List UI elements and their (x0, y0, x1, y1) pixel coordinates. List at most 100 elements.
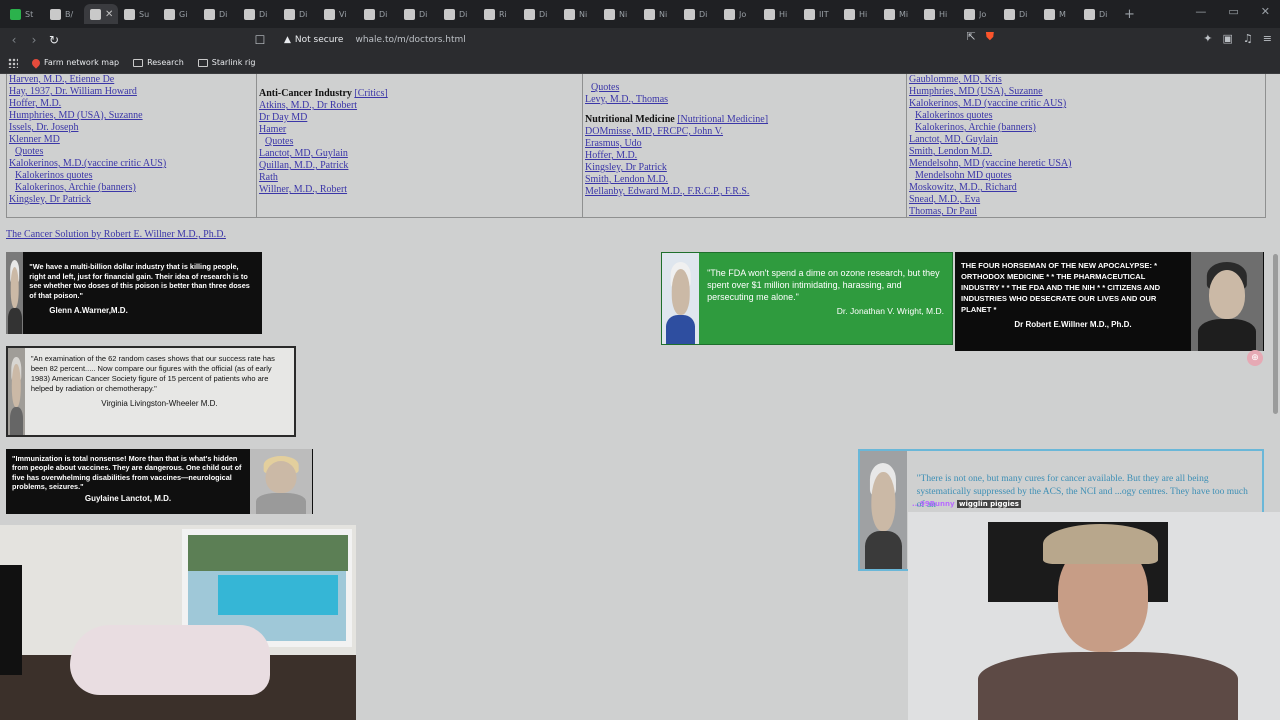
doctor-link[interactable]: Mendelsohn MD quotes (909, 170, 1263, 182)
extensions-icon[interactable]: ✦ (1203, 32, 1212, 45)
browser-tab[interactable]: Mi (878, 4, 918, 24)
bookmark-starlink-rig[interactable]: Starlink rig (197, 58, 255, 67)
browser-tab[interactable]: M (1038, 4, 1078, 24)
brave-shield-icon[interactable]: ⛊ (986, 30, 994, 44)
quote-banner-wheeler[interactable]: "An examination of the 62 random cases s… (6, 346, 296, 437)
doctor-link[interactable]: Smith, Lendon M.D. (909, 146, 1263, 158)
doctor-link[interactable]: Gaublomme, MD, Kris (909, 74, 1263, 86)
doctor-link[interactable]: Moskowitz, M.D., Richard (909, 182, 1263, 194)
browser-tab[interactable]: Jo (958, 4, 998, 24)
browser-tab[interactable]: Di (198, 4, 238, 24)
doctor-link[interactable]: Snead, M.D., Eva (909, 194, 1263, 206)
doctor-link[interactable]: Kalokerinos, Archie (banners) (909, 122, 1263, 134)
browser-tab[interactable]: Hi (918, 4, 958, 24)
quote-banner-willner[interactable]: THE FOUR HORSEMAN OF THE NEW APOCALYPSE:… (955, 252, 1264, 351)
doctor-link[interactable]: Mendelsohn, MD (vaccine heretic USA) (909, 158, 1263, 170)
doctor-link[interactable]: Willner, M.D., Robert (259, 184, 580, 196)
doctor-link[interactable]: DOMmisse, MD, FRCPC, John V. (585, 126, 904, 138)
doctor-link[interactable]: Dr Day MD (259, 112, 580, 124)
browser-tab[interactable]: Ri (478, 4, 518, 24)
address-bar[interactable]: ☐ ▲ Not secure whale.to/m/doctors.html ⇱… (250, 30, 1008, 50)
doctor-link[interactable]: Lanctot, MD, Guylain (259, 148, 580, 160)
doctor-link[interactable]: Kalokerinos, M.D (vaccine critic AUS) (909, 98, 1263, 110)
minimize-button[interactable]: — (1195, 5, 1206, 18)
doctor-link[interactable]: Humphries, MD (USA), Suzanne (909, 86, 1263, 98)
url-text[interactable]: whale.to/m/doctors.html (355, 35, 465, 45)
close-tab-icon[interactable]: ✕ (105, 9, 113, 20)
quote-banner-lanctot[interactable]: "Immunization is total nonsense! More th… (6, 449, 313, 514)
quote-banner-wright[interactable]: "The FDA won't spend a dime on ozone res… (661, 252, 953, 345)
quote-banner-warner[interactable]: "We have a multi-billion dollar industry… (6, 252, 262, 334)
browser-tab[interactable]: Di (278, 4, 318, 24)
browser-tab[interactable]: Di (438, 4, 478, 24)
doctor-link[interactable]: Smith, Lendon M.D. (585, 174, 904, 186)
doctor-link[interactable]: Hamer (259, 124, 580, 136)
browser-tab[interactable]: Hi (758, 4, 798, 24)
browser-tab[interactable]: Jo (718, 4, 758, 24)
browser-tab[interactable]: Ni (558, 4, 598, 24)
new-tab-button[interactable]: + (1124, 7, 1135, 22)
media-icon[interactable]: ♫ (1243, 32, 1253, 45)
browser-tab[interactable]: Di (398, 4, 438, 24)
scrollbar[interactable] (1273, 254, 1278, 414)
nutritional-medicine-link[interactable]: [Nutritional Medicine] (677, 114, 768, 125)
maximize-button[interactable]: ▭ (1228, 5, 1238, 18)
browser-tab[interactable]: IIT (798, 4, 838, 24)
browser-tab[interactable]: Di (238, 4, 278, 24)
forward-button[interactable]: › (24, 33, 44, 47)
reading-list-icon[interactable]: ⊕ (1247, 350, 1263, 366)
doctor-link[interactable]: Kalokerinos quotes (909, 110, 1263, 122)
doctor-link[interactable]: Thomas, Dr Paul (909, 206, 1263, 218)
doctor-link[interactable]: Atkins, M.D., Dr Robert (259, 100, 580, 112)
doctor-link[interactable]: Hay, 1937, Dr. William Howard (9, 86, 254, 98)
doctor-link[interactable]: Levy, M.D., Thomas (585, 94, 904, 106)
browser-tab[interactable]: Di (678, 4, 718, 24)
doctor-link[interactable]: Kingsley, Dr Patrick (9, 194, 254, 206)
browser-tab[interactable]: Su (118, 4, 158, 24)
doctor-link[interactable]: Harven, M.D., Etienne De (9, 74, 254, 86)
warning-icon[interactable]: ▲ (284, 35, 291, 45)
doctor-link[interactable]: Quillan, M.D., Patrick (259, 160, 580, 172)
doctor-link[interactable]: Issels, Dr. Joseph (9, 122, 254, 134)
doctor-link[interactable]: Humphries, MD (USA), Suzanne (9, 110, 254, 122)
apps-icon[interactable] (8, 57, 18, 68)
bookmark-research[interactable]: Research (133, 58, 184, 67)
menu-icon[interactable]: ≡ (1263, 32, 1272, 45)
bookmark-farm-network-map[interactable]: Farm network map (30, 56, 119, 69)
doctor-link[interactable]: Quotes (259, 136, 580, 148)
wallet-icon[interactable]: ▣ (1223, 32, 1233, 45)
doctor-link[interactable]: Hoffer, M.D. (9, 98, 254, 110)
back-button[interactable]: ‹ (4, 33, 24, 47)
doctor-link[interactable]: Klenner MD (9, 134, 254, 146)
browser-tab[interactable]: B/ (44, 4, 84, 24)
doctor-link[interactable]: Mellanby, Edward M.D., F.R.C.P., F.R.S. (585, 186, 904, 198)
browser-tab[interactable]: Gi (158, 4, 198, 24)
browser-tab[interactable]: ✕ (84, 4, 118, 24)
cancer-solution-link[interactable]: The Cancer Solution by Robert E. Willner… (6, 229, 226, 240)
doctor-link[interactable]: Hoffer, M.D. (585, 150, 904, 162)
doctor-link[interactable]: Rath (259, 172, 580, 184)
browser-tab[interactable]: Di (358, 4, 398, 24)
doctor-link[interactable]: Quotes (9, 146, 254, 158)
browser-tab[interactable]: Di (518, 4, 558, 24)
browser-tab[interactable]: St (4, 4, 44, 24)
browser-tab[interactable]: Di (998, 4, 1038, 24)
doctor-link[interactable]: Lanctot, MD, Guylain (909, 134, 1263, 146)
reload-button[interactable]: ↻ (44, 33, 64, 47)
doctor-link[interactable]: Kalokerinos, M.D.(vaccine critic AUS) (9, 158, 254, 170)
security-label[interactable]: Not secure (295, 35, 344, 45)
browser-tab[interactable]: Ni (638, 4, 678, 24)
browser-tab[interactable]: Vi (318, 4, 358, 24)
browser-tab[interactable]: Ni (598, 4, 638, 24)
doctor-link[interactable]: Kalokerinos, Archie (banners) (9, 182, 254, 194)
doctor-link[interactable]: Erasmus, Udo (585, 138, 904, 150)
bookmark-icon[interactable]: ☐ (250, 33, 270, 47)
critics-link[interactable]: [Critics] (354, 88, 387, 99)
close-window-button[interactable]: ✕ (1261, 5, 1270, 18)
doctor-link[interactable]: Kalokerinos quotes (9, 170, 254, 182)
doctor-link[interactable]: Kingsley, Dr Patrick (585, 162, 904, 174)
browser-tab[interactable]: Di (1078, 4, 1118, 24)
browser-tab[interactable]: Hi (838, 4, 878, 24)
doctor-link[interactable]: Quotes (585, 82, 904, 94)
share-icon[interactable]: ⇱ (967, 30, 976, 44)
